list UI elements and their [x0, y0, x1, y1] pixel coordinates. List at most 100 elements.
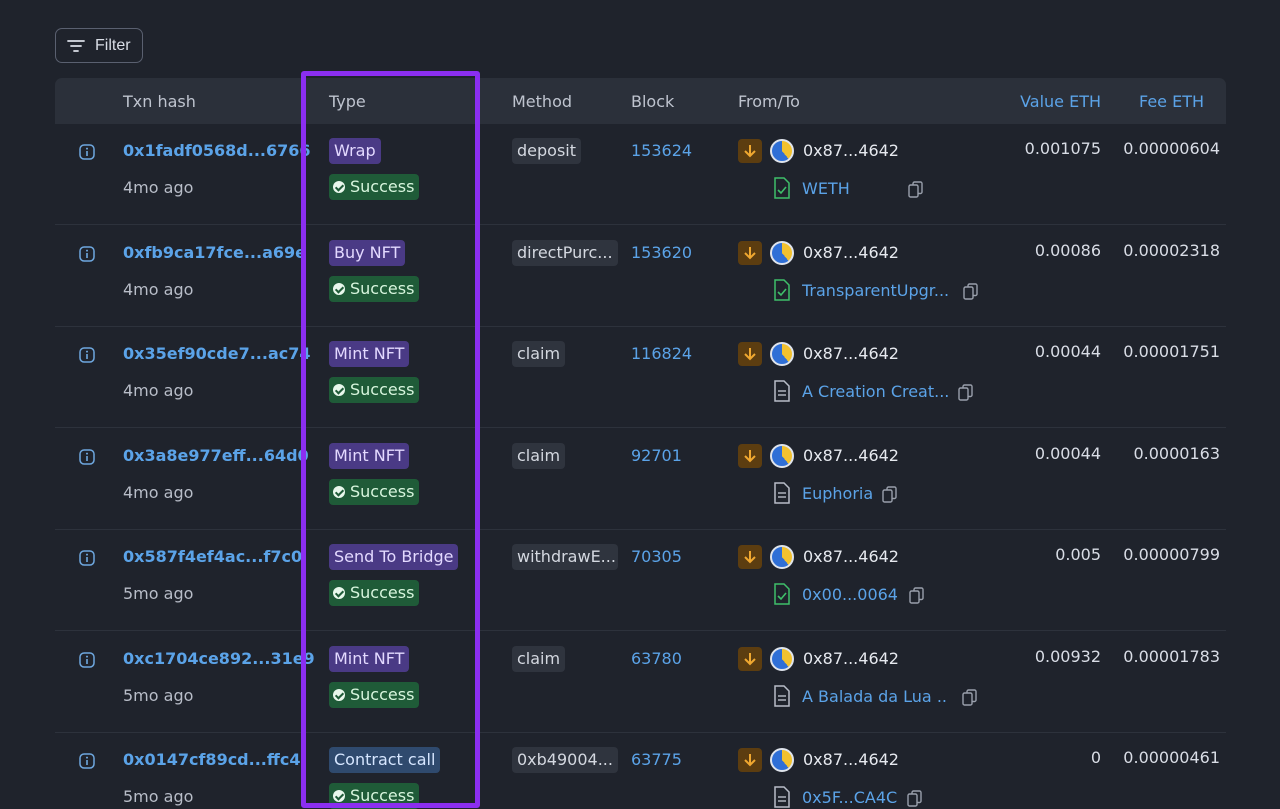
- copy-icon[interactable]: [882, 485, 897, 503]
- fee-eth: 0.0000163: [1133, 443, 1220, 463]
- from-address[interactable]: 0x87...4642: [803, 446, 899, 465]
- method-badge: claim: [512, 645, 566, 672]
- to-address-link[interactable]: A Balada da Lua ...: [802, 687, 948, 706]
- txn-age: 4mo ago: [123, 381, 194, 400]
- status-badge: Success: [329, 377, 420, 403]
- info-icon[interactable]: [79, 753, 95, 769]
- txn-hash-link[interactable]: 0x0147cf89cd...ffc4: [123, 750, 300, 769]
- column-fee[interactable]: Fee ETH: [1139, 92, 1204, 111]
- status-badge: Success: [329, 174, 420, 200]
- block-link[interactable]: 70305: [631, 547, 682, 566]
- copy-icon[interactable]: [958, 384, 973, 401]
- table-row: 0x35ef90cde7...ac74 4mo ago Mint NFT Suc…: [55, 327, 1226, 428]
- arrow-down-icon: [738, 443, 762, 468]
- from-address[interactable]: 0x87...4642: [803, 243, 899, 262]
- to-address-link[interactable]: A Creation Creat...: [802, 382, 948, 401]
- type-badge: Mint NFT: [329, 645, 410, 672]
- table-row: 0xc1704ce892...31e9 5mo ago Mint NFT Suc…: [55, 632, 1226, 733]
- address-avatar: [770, 139, 794, 163]
- txn-age: 4mo ago: [123, 279, 194, 299]
- success-check-icon: [333, 181, 345, 193]
- to-address-link[interactable]: 0x5F...CA4C: [802, 788, 897, 807]
- method-badge: claim: [512, 341, 566, 367]
- block-link[interactable]: 153620: [631, 243, 692, 262]
- txn-hash-link[interactable]: 0x35ef90cde7...ac74: [123, 344, 311, 363]
- column-block: Block: [631, 92, 675, 111]
- status-label: Success: [350, 684, 415, 704]
- arrow-down-icon: [738, 545, 762, 569]
- to-address-link[interactable]: Euphoria: [802, 484, 873, 503]
- txn-hash-link[interactable]: 0xfb9ca17fce...a69e: [123, 243, 306, 262]
- block-link[interactable]: 63780: [631, 649, 682, 668]
- value-eth: 0.005: [1055, 545, 1101, 564]
- transactions-table: Txn hash Type Method Block From/To Value…: [55, 78, 1226, 809]
- table-header: Txn hash Type Method Block From/To Value…: [55, 78, 1226, 124]
- status-badge: Success: [329, 681, 420, 708]
- copy-icon[interactable]: [909, 587, 924, 604]
- address-avatar: [770, 443, 794, 468]
- info-icon[interactable]: [79, 448, 95, 465]
- success-check-icon: [333, 384, 345, 396]
- address-avatar: [770, 240, 794, 265]
- arrow-down-icon: [738, 646, 762, 671]
- status-label: Success: [350, 380, 415, 399]
- address-avatar: [770, 545, 794, 569]
- block-link[interactable]: 63775: [631, 750, 682, 769]
- from-address[interactable]: 0x87...4642: [803, 547, 899, 566]
- txn-hash-link[interactable]: 0x1fadf0568d...6766: [123, 141, 311, 160]
- txn-age: 5mo ago: [123, 584, 194, 603]
- txn-hash-link[interactable]: 0xc1704ce892...31e9: [123, 649, 315, 668]
- copy-icon[interactable]: [962, 688, 977, 706]
- status-label: Success: [350, 177, 415, 196]
- type-badge: Buy NFT: [329, 239, 406, 266]
- to-address-link[interactable]: 0x00...0064: [802, 585, 898, 604]
- block-link[interactable]: 92701: [631, 446, 682, 465]
- info-icon[interactable]: [79, 144, 95, 160]
- value-eth: 0.001075: [1024, 139, 1101, 158]
- status-label: Success: [350, 583, 415, 602]
- from-address[interactable]: 0x87...4642: [803, 750, 899, 769]
- fee-eth: 0.00000799: [1123, 545, 1220, 564]
- contract-icon: [774, 380, 790, 402]
- method-badge: claim: [512, 442, 566, 469]
- method-badge: withdrawE...: [512, 544, 618, 570]
- info-icon[interactable]: [79, 651, 95, 668]
- value-eth: 0.00044: [1034, 443, 1101, 463]
- column-value[interactable]: Value ETH: [1020, 92, 1101, 111]
- fee-eth: 0.00001783: [1123, 646, 1220, 666]
- txn-hash-link[interactable]: 0x3a8e977eff...64d0: [123, 446, 309, 465]
- copy-icon[interactable]: [963, 282, 978, 300]
- txn-hash-link[interactable]: 0x587f4ef4ac...f7c0: [123, 547, 302, 566]
- block-link[interactable]: 116824: [631, 344, 692, 363]
- txn-age: 4mo ago: [123, 178, 194, 197]
- info-icon[interactable]: [79, 550, 95, 566]
- to-address-link[interactable]: WETH: [802, 179, 850, 198]
- verified-contract-icon: [774, 177, 790, 199]
- filter-button[interactable]: Filter: [55, 28, 143, 63]
- table-row: 0x3a8e977eff...64d0 4mo ago Mint NFT Suc…: [55, 429, 1226, 530]
- table-row: 0x1fadf0568d...6766 4mo ago Wrap Success…: [55, 124, 1226, 225]
- table-row: 0xfb9ca17fce...a69e 4mo ago Buy NFT Succ…: [55, 226, 1226, 327]
- fee-eth: 0.00001751: [1123, 342, 1220, 361]
- info-icon[interactable]: [79, 347, 95, 363]
- success-check-icon: [333, 282, 345, 295]
- method-badge: directPurc...: [512, 239, 618, 266]
- to-address-link[interactable]: TransparentUpgr...: [802, 281, 948, 300]
- from-address[interactable]: 0x87...4642: [803, 344, 899, 363]
- arrow-down-icon: [738, 748, 762, 772]
- column-from-to: From/To: [738, 92, 800, 111]
- arrow-down-icon: [738, 240, 762, 265]
- copy-icon[interactable]: [908, 181, 923, 198]
- status-label: Success: [350, 481, 415, 501]
- txn-age: 4mo ago: [123, 482, 194, 502]
- value-eth: 0.00086: [1034, 240, 1101, 260]
- verified-contract-icon: [774, 583, 790, 605]
- info-icon[interactable]: [79, 245, 95, 262]
- from-address[interactable]: 0x87...4642: [803, 141, 899, 160]
- block-link[interactable]: 153624: [631, 141, 692, 160]
- copy-icon[interactable]: [907, 790, 922, 807]
- fee-eth: 0.00000604: [1123, 139, 1220, 158]
- from-address[interactable]: 0x87...4642: [803, 649, 899, 668]
- type-badge: Wrap: [329, 138, 381, 164]
- status-badge: Success: [329, 275, 420, 302]
